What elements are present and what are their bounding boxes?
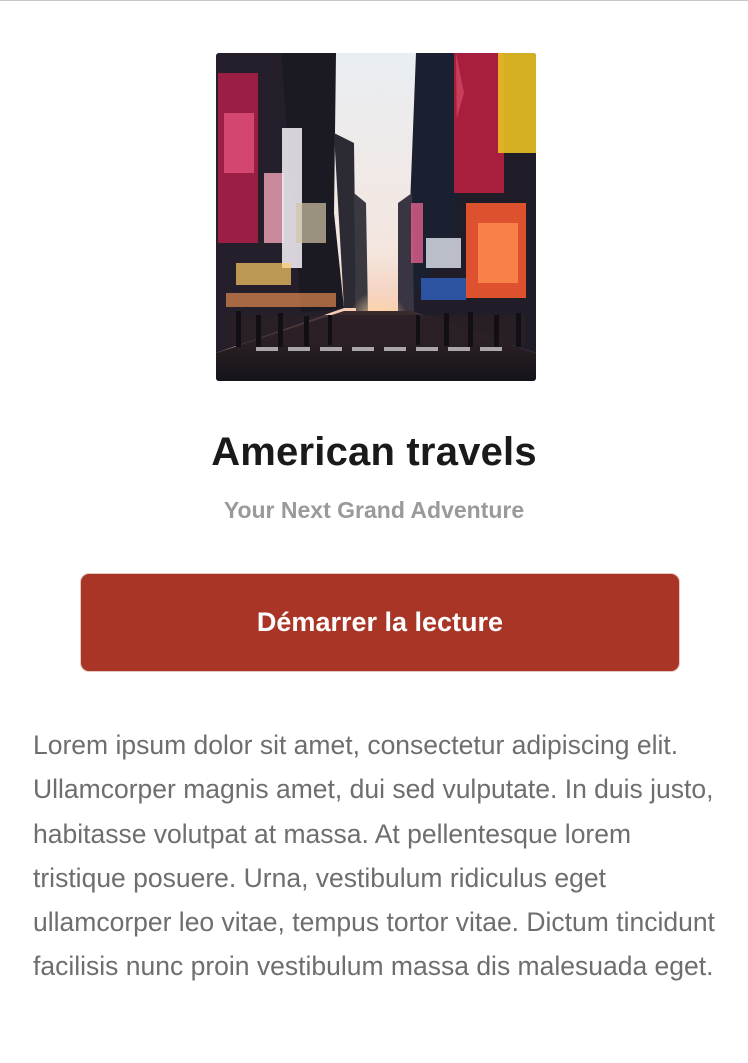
book-cover-image xyxy=(216,53,536,381)
start-reading-button[interactable]: Démarrer la lecture xyxy=(80,573,680,672)
book-description: Lorem ipsum dolor sit amet, consectetur … xyxy=(33,730,715,982)
top-divider xyxy=(0,0,748,1)
book-subtitle: Your Next Grand Adventure xyxy=(223,497,525,523)
book-title: American travels xyxy=(211,430,537,474)
